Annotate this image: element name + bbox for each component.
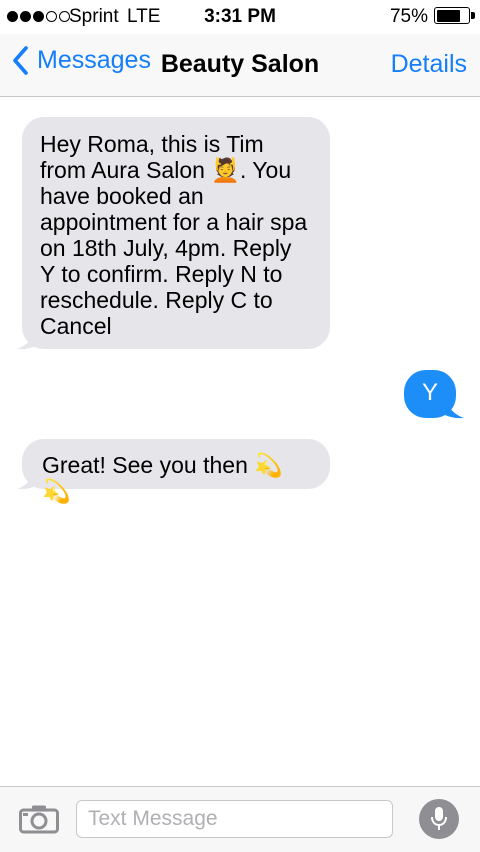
messages-screen: Sprint LTE 3:31 PM 75% Messages Beauty S…	[0, 0, 480, 852]
chevron-left-icon	[13, 46, 28, 75]
incoming-message-bubble: Great! See you then 💫💫	[22, 439, 330, 504]
message-text: Hey Roma, this is Tim from Aura Salon 💆.…	[40, 131, 308, 339]
battery-icon	[434, 7, 470, 24]
message-input-bar	[0, 786, 480, 852]
microphone-icon	[431, 807, 447, 830]
camera-icon	[19, 805, 59, 834]
microphone-button[interactable]	[419, 799, 459, 839]
battery-tip	[471, 12, 475, 19]
incoming-message-bubble: Hey Roma, this is Tim from Aura Salon 💆.…	[22, 117, 330, 349]
message-text: Great! See you then 💫💫	[42, 452, 283, 504]
back-button-label: Messages	[37, 46, 151, 74]
battery-level-fill	[436, 9, 460, 22]
message-text: Y	[421, 379, 438, 406]
back-button[interactable]: Messages	[12, 46, 151, 75]
details-button[interactable]: Details	[391, 50, 467, 79]
camera-button[interactable]	[19, 804, 59, 839]
message-text-input[interactable]	[76, 800, 393, 838]
outgoing-message-bubble: Y	[404, 370, 456, 418]
battery-percent: 75%	[389, 6, 428, 27]
navigation-bar: Messages Beauty Salon Details	[0, 34, 480, 97]
status-bar: Sprint LTE 3:31 PM 75%	[0, 0, 480, 34]
conversation-title: Beauty Salon	[160, 50, 320, 78]
